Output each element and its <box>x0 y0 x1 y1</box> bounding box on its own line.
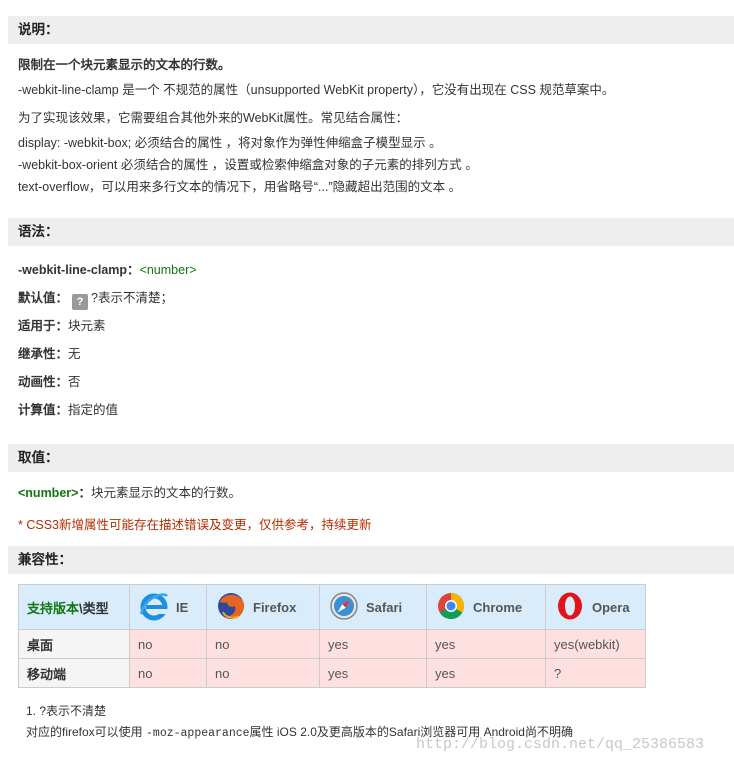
combo-text-3: text-overflow，可以用来多行文本的情况下，用省略号“...”隐藏超出… <box>18 180 462 194</box>
type-header-a: 支持版本 <box>27 600 80 616</box>
computed-line: 计算值：指定的值 <box>18 401 118 419</box>
combo-text-1: display: -webkit-box; 必须结合的属性 ，将对象作为弹性伸缩… <box>18 136 442 150</box>
browser-header-opera: Opera <box>545 584 646 630</box>
cell-desktop-firefox: no <box>206 629 320 659</box>
section-header-description: 说明： <box>8 16 734 44</box>
firefox-icon <box>215 590 247 625</box>
cell-desktop-safari: yes <box>319 629 427 659</box>
computed-value: 指定的值 <box>68 403 119 417</box>
warning-text: * CSS3新增属性可能存在描述错误及变更，仅供参考，持续更新 <box>18 518 372 532</box>
browser-name-chrome: Chrome <box>473 599 523 615</box>
inherit-line: 继承性：无 <box>18 345 81 363</box>
animate-label: 动画性： <box>18 375 69 389</box>
section-header-values: 取值： <box>8 444 734 472</box>
default-text: ?表示不清楚； <box>91 291 173 305</box>
computed-label: 计算值： <box>18 403 69 417</box>
watermark-text: http://blog.csdn.net/qq_25386583 <box>416 736 705 753</box>
browser-name-safari: Safari <box>366 599 403 615</box>
browser-header-chrome: Chrome <box>426 584 546 630</box>
browser-header-ie: IE <box>129 584 207 630</box>
cell-mobile-safari: yes <box>319 658 427 688</box>
browser-name-ie: IE <box>176 599 189 615</box>
desc-text-2: 为了实现该效果，它需要组合其他外来的WebKit属性。常见结合属性： <box>18 111 409 125</box>
type-header: 支持版本\类型 <box>18 584 130 630</box>
question-badge-icon: ? <box>72 294 89 310</box>
ie-icon <box>138 590 170 625</box>
prop-name: -webkit-line-clamp： <box>18 263 140 277</box>
compat-header-row: 支持版本\类型 IE Firefox Safari Chrome Opera <box>18 584 646 630</box>
section-header-compat: 兼容性： <box>8 546 734 574</box>
cell-desktop-opera: yes(webkit) <box>545 629 646 659</box>
inherit-label: 继承性： <box>18 347 69 361</box>
browser-header-firefox: Firefox <box>206 584 320 630</box>
row-label-mobile: 移动端 <box>18 658 130 688</box>
number-label: <number> <box>18 486 79 500</box>
default-label: 默认值： <box>18 291 69 305</box>
row-label-desktop: 桌面 <box>18 629 130 659</box>
browser-name-firefox: Firefox <box>253 599 297 615</box>
footnote-2-a: 对应的firefox可以使用 <box>26 725 147 739</box>
chrome-icon <box>435 590 467 625</box>
footnote-2-code: -moz-appearance <box>146 727 250 740</box>
cell-mobile-firefox: no <box>206 658 320 688</box>
number-desc: 块元素显示的文本的行数。 <box>90 486 241 500</box>
cell-desktop-chrome: yes <box>426 629 546 659</box>
number-line: <number>：块元素显示的文本的行数。 <box>18 484 241 502</box>
table-row: 移动端 no no yes yes ? <box>18 658 646 688</box>
cell-mobile-opera: ? <box>545 658 646 688</box>
compat-table: 支持版本\类型 IE Firefox Safari Chrome Opera 桌… <box>18 584 646 688</box>
animate-value: 否 <box>68 375 81 389</box>
safari-icon <box>328 590 360 625</box>
number-colon: ： <box>78 486 91 500</box>
page: 说明： 限制在一个块元素显示的文本的行数。 -webkit-line-clamp… <box>0 0 734 766</box>
browser-name-opera: Opera <box>592 599 630 615</box>
type-header-b: \类型 <box>79 600 109 616</box>
inherit-value: 无 <box>68 347 81 361</box>
opera-icon <box>554 590 586 625</box>
desc-text-1: -webkit-line-clamp 是一个 不规范的属性（unsupporte… <box>18 83 615 97</box>
footnote-1: 1. ?表示不清楚 <box>26 704 107 718</box>
animate-line: 动画性：否 <box>18 373 81 391</box>
cell-mobile-ie: no <box>129 658 207 688</box>
table-row: 桌面 no no yes yes yes(webkit) <box>18 629 646 659</box>
cell-mobile-chrome: yes <box>426 658 546 688</box>
prop-value-link[interactable]: <number> <box>140 263 197 277</box>
browser-header-safari: Safari <box>319 584 427 630</box>
syntax-line: -webkit-line-clamp：<number> <box>18 261 197 279</box>
summary-text: 限制在一个块元素显示的文本的行数。 <box>18 58 231 72</box>
combo-text-2: -webkit-box-orient 必须结合的属性 ，设置或检索伸缩盒对象的子… <box>18 158 478 172</box>
cell-desktop-ie: no <box>129 629 207 659</box>
applies-line: 适用于：块元素 <box>18 317 106 335</box>
applies-label: 适用于： <box>18 319 69 333</box>
applies-value: 块元素 <box>68 319 106 333</box>
default-value-line: 默认值：? ?表示不清楚； <box>18 289 173 310</box>
section-header-syntax: 语法： <box>8 218 734 246</box>
